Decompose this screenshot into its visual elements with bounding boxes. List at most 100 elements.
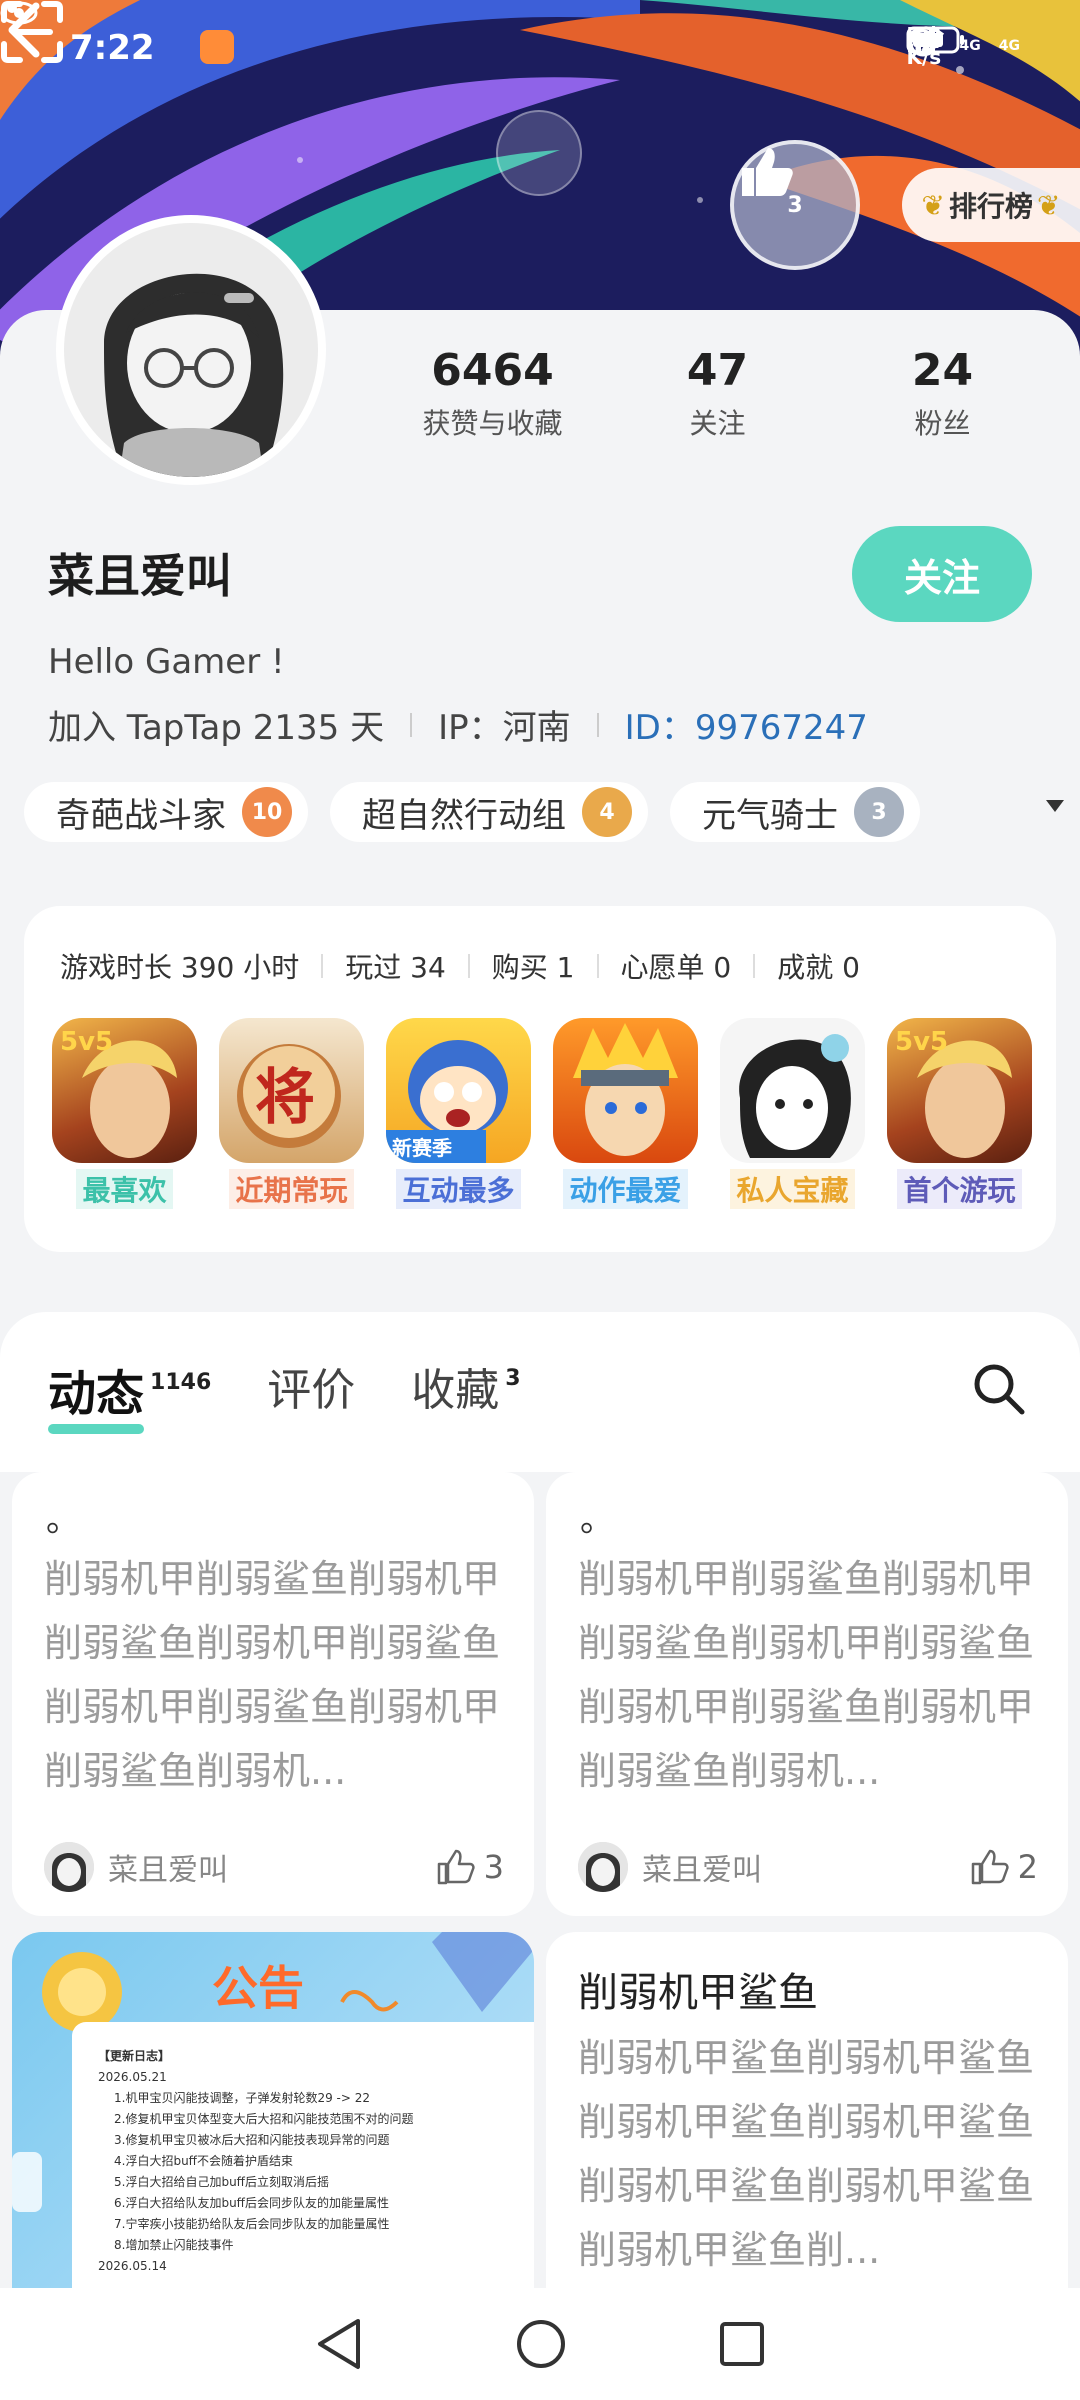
game-label: 私人宝藏 — [730, 1169, 855, 1209]
sim2-label: 4G — [998, 38, 1020, 54]
search-icon[interactable] — [970, 1360, 1028, 1418]
post-excerpt: 削弱机甲削弱鲨鱼削弱机甲削弱鲨鱼削弱机甲削弱鲨鱼削弱机甲削弱鲨鱼削弱机甲削弱鲨鱼… — [578, 1557, 1035, 1793]
thumb-up-icon — [971, 1849, 1009, 1885]
game-item[interactable]: 5v5 最喜欢 — [52, 1018, 197, 1209]
status-bar: 7:22 5.9K/s 4G 4G — [0, 0, 1080, 100]
follow-button[interactable]: 关注 — [852, 526, 1032, 622]
stat-value: 6464 — [431, 345, 554, 396]
tab-count: 1146 — [150, 1370, 212, 1395]
game-tags: 奇葩战斗家 10 超自然行动组 4 元气骑士 3 — [24, 782, 1064, 842]
notice-heading: 【更新日志】 — [98, 2049, 171, 2063]
post-card[interactable]: 。 削弱机甲削弱鲨鱼削弱机甲削弱鲨鱼削弱机甲削弱鲨鱼削弱机甲削弱鲨鱼削弱机甲削弱… — [546, 1472, 1068, 1916]
notice-line: 2.修复机甲宝贝体型变大后大招和闪能技范围不对的问题 — [114, 2112, 414, 2126]
divider — [467, 954, 470, 978]
game-icon-sketch — [720, 1018, 865, 1163]
game-item[interactable]: 动作最爱 — [553, 1018, 698, 1209]
wishlist-count: 心愿单 0 — [620, 951, 732, 984]
tab-favorites[interactable]: 收藏 3 — [411, 1354, 520, 1418]
divider — [596, 712, 599, 737]
like-badge[interactable]: 3 — [730, 140, 860, 270]
stat-following[interactable]: 47 关注 — [605, 345, 830, 442]
like-count: 2 — [1017, 1848, 1038, 1886]
tags-expand[interactable] — [942, 782, 1064, 842]
join-days: 加入 TapTap 2135 天 — [48, 708, 385, 748]
game-label: 互动最多 — [396, 1169, 521, 1209]
game-icon-chess: 将 — [219, 1018, 364, 1163]
game-label: 最喜欢 — [76, 1169, 173, 1209]
stat-likes[interactable]: 6464 获赞与收藏 — [380, 345, 605, 442]
svg-text:将: 将 — [255, 1063, 315, 1133]
game-icons-row: 5v5 最喜欢 将 近期常玩 新赛季 互动最多 动作最爱 私人宝藏 5v5 首个… — [52, 1018, 1032, 1209]
user-avatar[interactable] — [56, 215, 326, 485]
taptap-notification-icon — [200, 30, 234, 64]
game-item[interactable]: 将 近期常玩 — [219, 1018, 364, 1209]
game-item[interactable]: 5v5 首个游玩 — [887, 1018, 1032, 1209]
avatar-image — [64, 223, 318, 477]
laurel-right-icon: ❦ — [1037, 188, 1061, 222]
played-count: 玩过 34 — [345, 951, 446, 984]
tab-label: 动态 — [48, 1366, 145, 1422]
notice-line: 8.增加禁止闪能技事件 — [114, 2238, 234, 2252]
nav-home-icon[interactable] — [514, 2317, 568, 2371]
game-item[interactable]: 新赛季 互动最多 — [386, 1018, 531, 1209]
notice-line: 5.浮白大招给自己加buff后立刻取消后摇 — [114, 2175, 329, 2189]
playtime: 游戏时长 390 小时 — [60, 951, 300, 984]
author-avatar[interactable] — [578, 1842, 628, 1892]
notice-date: 2026.05.14 — [98, 2259, 167, 2273]
tab-label: 收藏 — [411, 1365, 500, 1416]
game-icon-honor-of-kings: 5v5 — [52, 1018, 197, 1163]
achievement-count: 成就 0 — [777, 951, 860, 984]
game-icon-naruto — [553, 1018, 698, 1163]
tag-name: 超自然行动组 — [362, 795, 566, 836]
like-button[interactable]: 3 — [436, 1848, 504, 1886]
like-button[interactable]: 2 — [970, 1848, 1038, 1886]
post-title: 。 — [46, 1500, 80, 1540]
nav-back-icon[interactable] — [314, 2317, 364, 2371]
post-title: 削弱机甲鲨鱼 — [578, 1970, 818, 2016]
game-tag[interactable]: 超自然行动组 4 — [330, 782, 648, 842]
notice-line: 3.修复机甲宝贝被冰后大招和闪能技表现异常的问题 — [114, 2133, 390, 2147]
notice-date: 2026.05.21 — [98, 2070, 167, 2084]
author-avatar[interactable] — [44, 1842, 94, 1892]
user-id-label: ID： — [624, 708, 695, 748]
user-bio: Hello Gamer ! — [48, 642, 285, 682]
stat-label: 关注 — [689, 407, 746, 440]
tab-reviews[interactable]: 评价 — [267, 1354, 355, 1418]
more-icon[interactable] — [0, 0, 24, 50]
divider — [753, 954, 756, 978]
stat-value: 24 — [911, 345, 974, 396]
game-label: 近期常玩 — [229, 1169, 354, 1209]
stat-value: 47 — [686, 345, 749, 396]
system-nav-bar — [0, 2288, 1080, 2400]
user-meta: 加入 TapTap 2135 天 IP：河南 ID：99767247 — [48, 700, 868, 749]
tab-posts[interactable]: 动态 1146 — [48, 1354, 212, 1434]
level-badge-icon: 4 — [582, 787, 632, 837]
leaderboard-button[interactable]: ❦ 排行榜 ❦ — [902, 168, 1080, 242]
tag-name: 元气骑士 — [702, 795, 838, 836]
notice-line: 6.浮白大招给队友加buff后会同步队友的加能量属性 — [114, 2196, 389, 2210]
tag-name: 奇葩战斗家 — [56, 795, 226, 836]
post-card[interactable]: 。 削弱机甲削弱鲨鱼削弱机甲削弱鲨鱼削弱机甲削弱鲨鱼削弱机甲削弱鲨鱼削弱机甲削弱… — [12, 1472, 534, 1916]
post-footer: 菜且爱叫 2 — [578, 1842, 1038, 1892]
post-footer: 菜且爱叫 3 — [44, 1842, 504, 1892]
game-label: 动作最爱 — [563, 1169, 688, 1209]
stat-label: 获赞与收藏 — [422, 407, 563, 440]
leaderboard-label: 排行榜 — [948, 190, 1033, 223]
divider — [321, 954, 324, 978]
notice-title: 公告 — [212, 1961, 304, 2015]
game-tag[interactable]: 奇葩战斗家 10 — [24, 782, 308, 842]
stat-fans[interactable]: 24 粉丝 — [830, 345, 1055, 442]
author-name[interactable]: 菜且爱叫 — [108, 1845, 436, 1889]
status-time: 7:22 — [70, 28, 155, 68]
user-id[interactable]: ID：99767247 — [625, 700, 868, 749]
game-item[interactable]: 私人宝藏 — [720, 1018, 865, 1209]
nav-recents-icon[interactable] — [718, 2320, 766, 2368]
game-icon-honor-of-kings-2: 5v5 — [887, 1018, 1032, 1163]
author-name[interactable]: 菜且爱叫 — [642, 1845, 970, 1889]
user-id-value: 99767247 — [694, 708, 868, 748]
svg-text:5v5: 5v5 — [60, 1027, 113, 1057]
games-card[interactable]: 游戏时长 390 小时 玩过 34 购买 1 心愿单 0 成就 0 5v5 最喜… — [24, 906, 1056, 1252]
content-tabs: 动态 1146 评价 收藏 3 — [48, 1354, 521, 1434]
game-tag[interactable]: 元气骑士 3 — [670, 782, 920, 842]
battery-icon — [906, 26, 965, 54]
